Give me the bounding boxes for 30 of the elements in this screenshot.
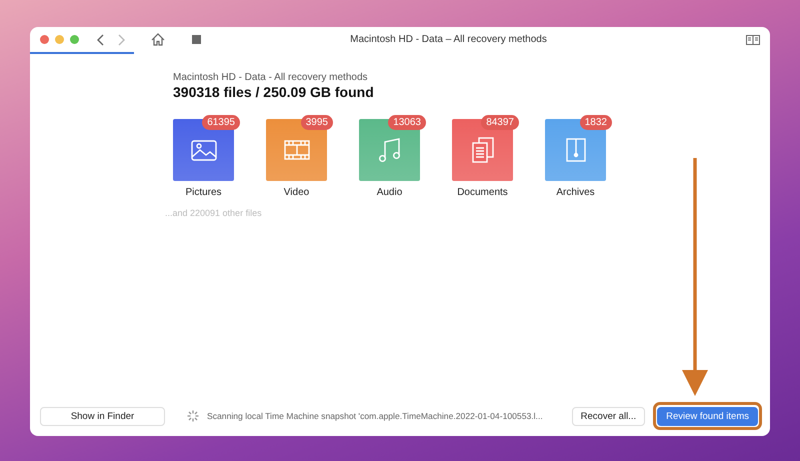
category-tile[interactable] <box>173 119 234 181</box>
category-label: Pictures <box>185 187 222 198</box>
category-tile[interactable] <box>452 119 513 181</box>
category-tile[interactable] <box>266 119 327 181</box>
category-label: Video <box>284 187 310 198</box>
category-label: Audio <box>376 187 402 198</box>
count-badge: 61395 <box>202 115 240 130</box>
count-badge: 84397 <box>481 115 519 130</box>
category-label: Archives <box>556 187 595 198</box>
review-found-items-button[interactable]: Review found items <box>657 407 758 426</box>
category-label: Documents <box>457 187 508 198</box>
forward-icon[interactable] <box>117 34 125 46</box>
window-title: Macintosh HD - Data – All recovery methods <box>349 34 548 45</box>
recover-all-button[interactable]: Recover all... <box>572 406 646 426</box>
show-in-finder-button[interactable]: Show in Finder <box>40 406 165 426</box>
back-icon[interactable] <box>97 34 105 46</box>
spinner-icon <box>187 410 199 422</box>
close-button[interactable] <box>40 35 49 44</box>
count-badge: 3995 <box>300 115 333 130</box>
count-badge: 1832 <box>580 115 612 130</box>
sidebar-toggle-icon[interactable] <box>746 34 760 44</box>
results-heading: 390318 files / 250.09 GB found <box>173 84 375 100</box>
zoom-button[interactable] <box>70 35 79 44</box>
category-tile[interactable] <box>545 119 606 181</box>
scan-status-text: Scanning local Time Machine snapshot 'com.apple.TimeMachine.2022-01-04-100553.l... <box>207 411 543 421</box>
home-icon[interactable] <box>151 33 165 46</box>
count-badge: 13063 <box>388 115 426 130</box>
other-files-text: ...and 220091 other files <box>165 208 263 218</box>
subtitle: Macintosh HD - Data - All recovery methods <box>173 72 369 83</box>
category-tile[interactable] <box>359 119 420 181</box>
